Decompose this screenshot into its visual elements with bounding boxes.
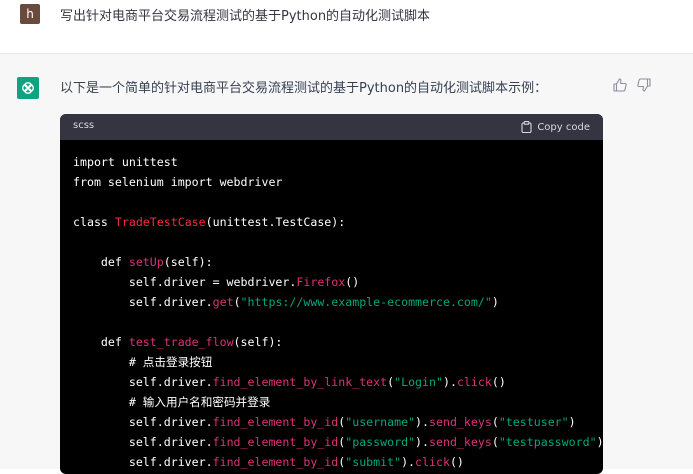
code-token: "testuser" [498,415,569,429]
code-content: import unittest from selenium import webd… [60,140,603,472]
code-token: def [73,255,129,269]
code-token: "submit" [345,455,402,469]
assistant-intro-text: 以下是一个简单的针对电商平台交易流程测试的基于Python的自动化测试脚本示例： [60,81,548,96]
code-token: self.driver. [73,455,213,469]
code-token: self.driver. [73,435,213,449]
code-line: # 输入用户名和密码并登录 [73,392,603,412]
code-token: (self): [233,335,283,349]
code-token: import unittest [73,155,178,169]
code-line: # 点击登录按钮 [73,352,603,372]
code-token: ). [415,415,430,429]
code-token: self.driver. [73,415,213,429]
code-line: import unittest [73,152,603,172]
code-token: ( [491,435,499,449]
code-token: ( [491,415,499,429]
code-token: from selenium import webdriver [73,175,283,189]
user-message-row: h 写出针对电商平台交易流程测试的基于Python的自动化测试脚本 [0,0,693,54]
code-token: self.driver. [73,375,213,389]
code-token: def [73,335,129,349]
code-token: get [212,295,234,309]
code-language-label: scss [73,120,95,131]
openai-logo-icon [17,77,39,99]
code-token: ). [401,455,416,469]
code-token: ). [415,435,430,449]
code-token: self.driver. [73,295,213,309]
assistant-message-row: 以下是一个简单的针对电商平台交易流程测试的基于Python的自动化测试脚本示例：… [0,54,693,474]
code-line: self.driver.find_element_by_id ( "password… [73,432,603,452]
code-token: test_trade_flow [128,335,234,349]
code-line: self.driver.find_element_by_link_text("L… [73,372,603,392]
code-line: self.driver.find_element_by_id ( "username… [73,412,603,432]
code-line: def test_trade_flow(self): [73,332,603,352]
code-token: "https://www.example-ecommerce.com/" [240,295,492,309]
code-token: (self): [163,255,213,269]
code-token: click [415,455,450,469]
code-token: TradeTestCase [114,215,206,229]
code-token: () [345,275,360,289]
code-token: find_element_by_id [212,435,339,449]
clipboard-icon [521,118,532,137]
code-line: self.driver.find_element_by_id("submit")… [73,452,603,472]
code-token: Firefox [296,275,346,289]
code-token: # 点击登录按钮 [73,355,213,369]
code-token: "testpassword" [498,435,597,449]
code-token: () [491,375,506,389]
code-line: self.driver = webdriver.Firefox() [73,272,603,292]
code-token: ) [596,435,603,449]
code-token: class [73,215,115,229]
code-line: from selenium import webdriver [73,172,603,192]
code-token: click [456,375,492,389]
code-line: class TradeTestCase(unittest.TestCase): [73,212,603,232]
code-token: self.driver = webdriver. [73,275,297,289]
code-token: send_keys [429,415,492,429]
code-line: def setUp(self): [73,252,603,272]
code-token: # 输入用户名和密码并登录 [73,395,271,409]
thumbs-down-icon[interactable] [636,77,652,93]
code-token: "username" [345,415,416,429]
user-avatar: h [20,4,40,24]
thumbs-up-icon[interactable] [612,77,628,93]
code-token: (unittest.TestCase): [205,215,346,229]
code-block: scss Copy code import unittest from selen… [60,114,603,474]
copy-code-label: Copy code [537,121,590,133]
user-prompt-text: 写出针对电商平台交易流程测试的基于Python的自动化测试脚本 [60,9,431,24]
code-token: find_element_by_link_text [212,375,388,389]
code-token: ) [491,295,499,309]
code-line: self.driver.get("https://www.example-eco… [73,292,603,312]
code-token: () [449,455,464,469]
code-token: "password" [345,435,416,449]
code-token: send_keys [429,435,492,449]
code-token: find_element_by_id [212,415,339,429]
code-token: ) [568,415,576,429]
copy-code-button[interactable]: Copy code [521,119,590,135]
code-block-header: scss Copy code [60,114,603,140]
code-token: setUp [128,255,164,269]
code-token: "Login" [394,375,443,389]
code-token: ( [233,295,241,309]
code-token: ). [442,375,457,389]
code-token: find_element_by_id [212,455,339,469]
